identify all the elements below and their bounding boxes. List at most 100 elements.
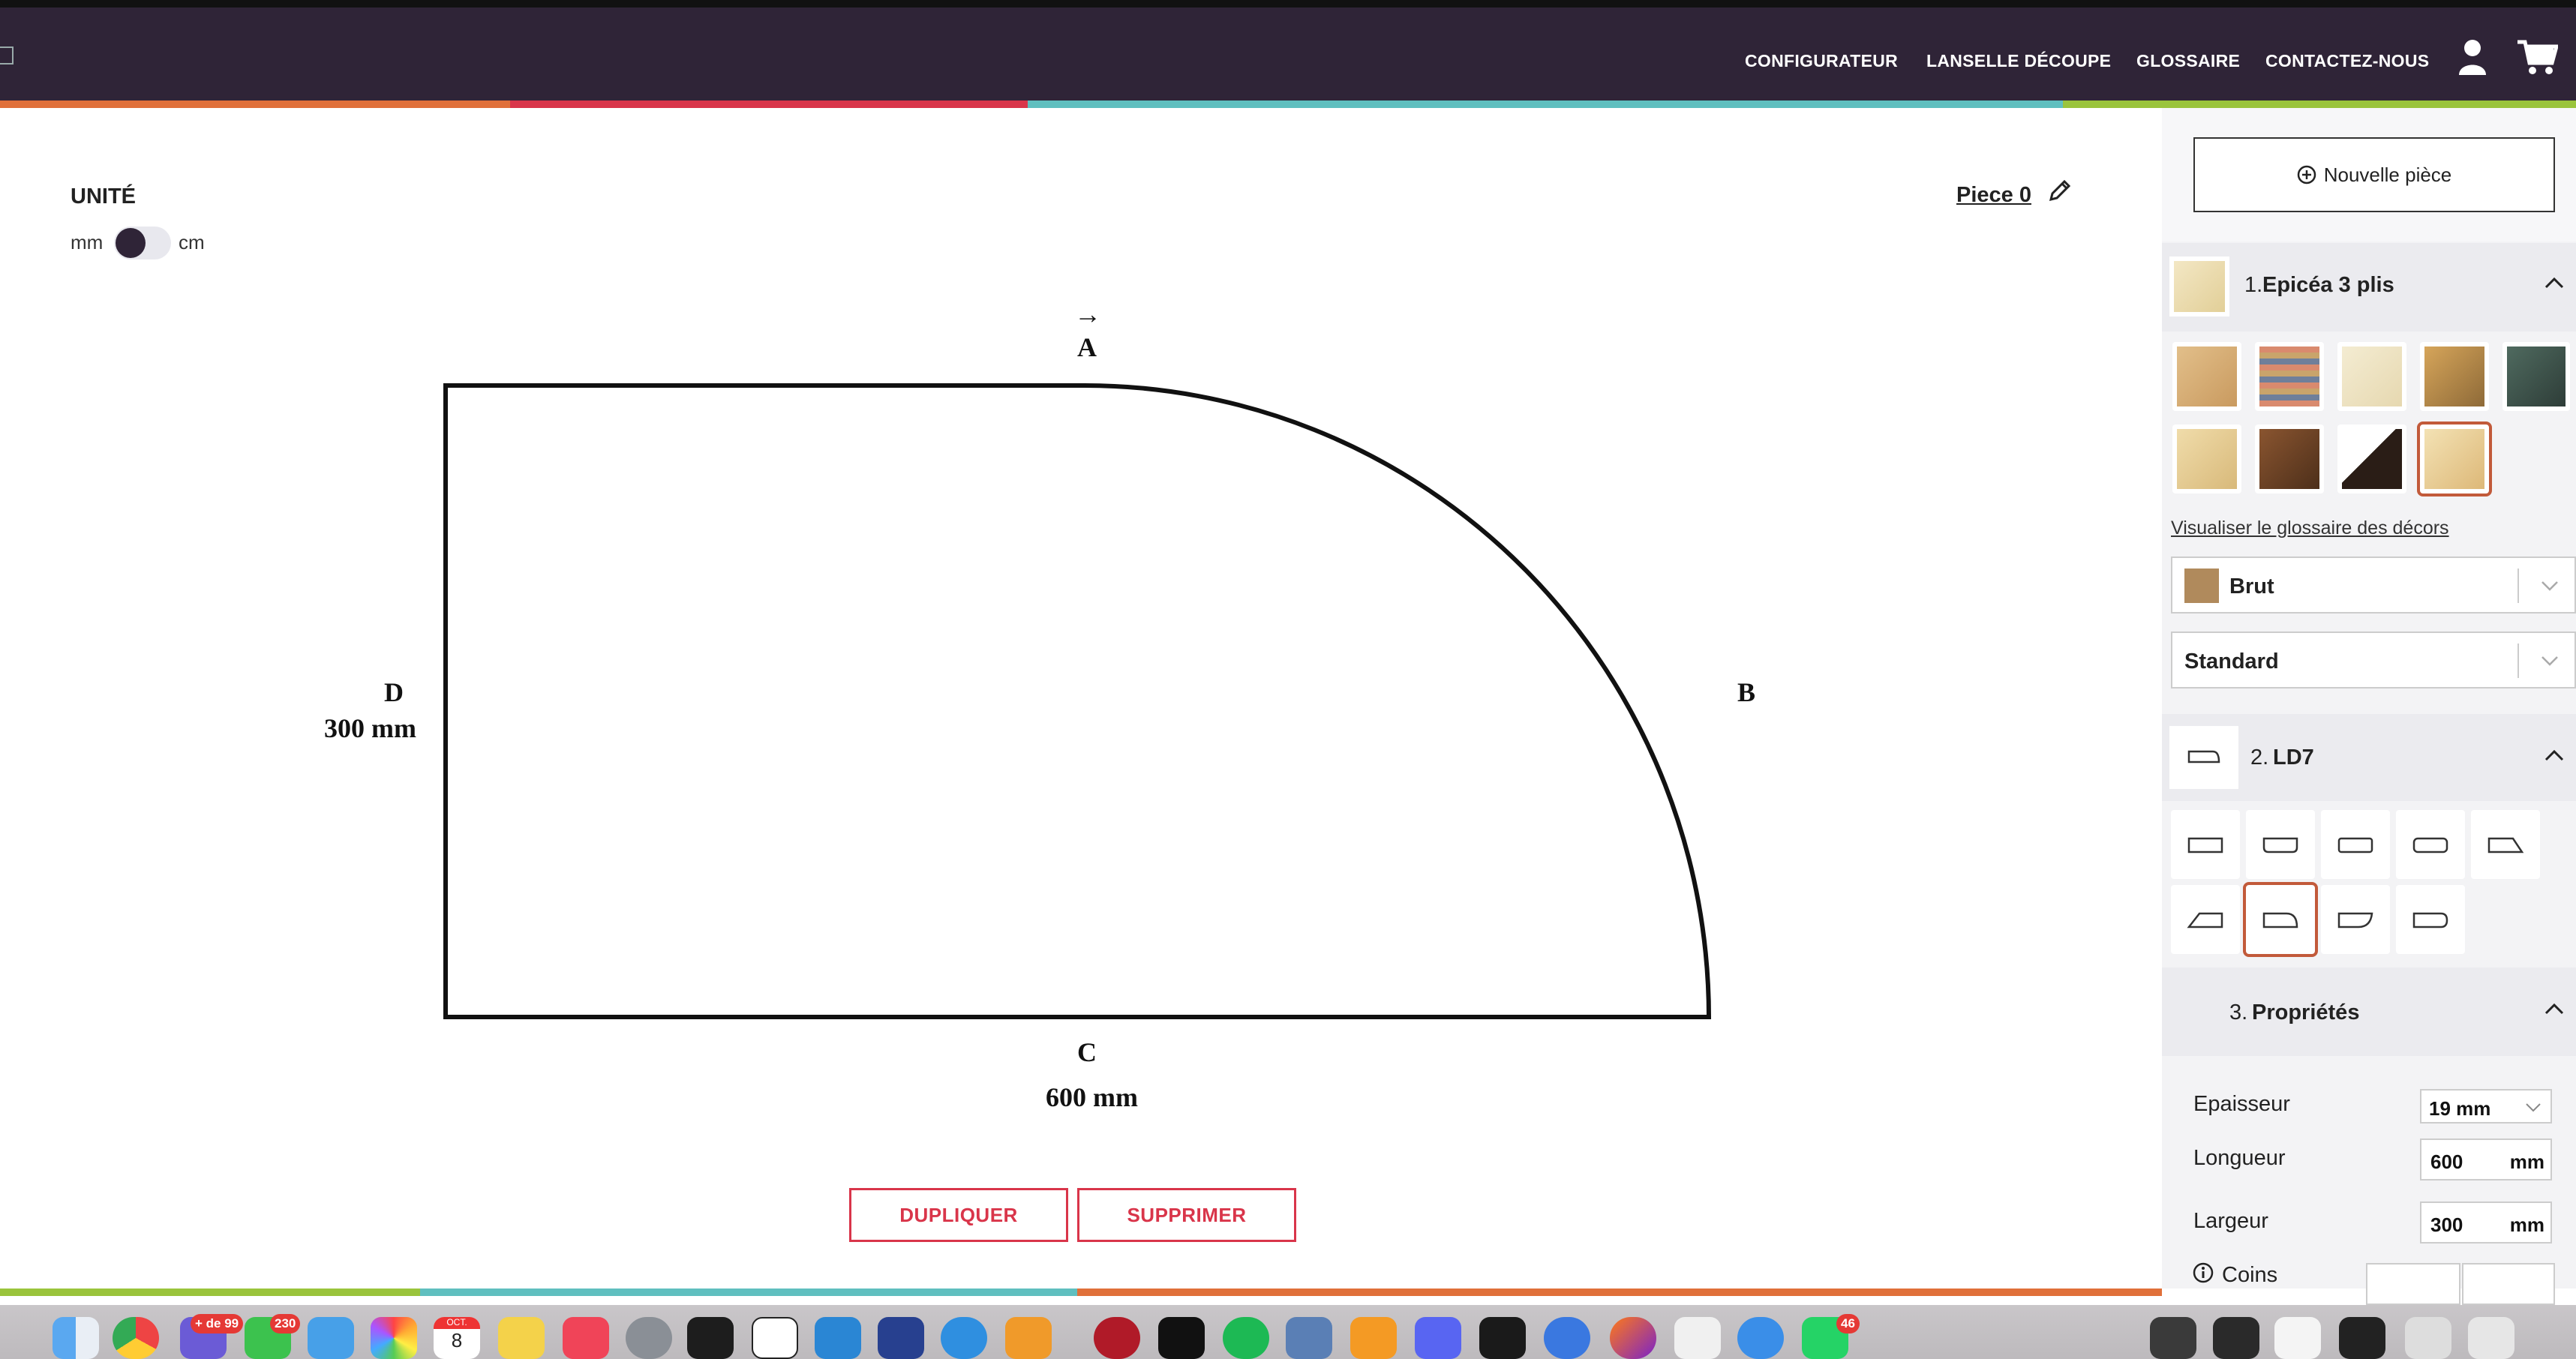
music-icon[interactable] [563, 1317, 609, 1359]
finish-select[interactable]: Brut [2171, 556, 2576, 614]
notes-icon[interactable] [498, 1317, 545, 1359]
material-thumb[interactable] [2172, 342, 2241, 411]
signal-icon[interactable] [1544, 1317, 1590, 1359]
activity-monitor-icon[interactable] [1479, 1317, 1526, 1359]
piece-name[interactable]: Piece 0 [1956, 183, 2031, 208]
chevron-down-icon [2541, 656, 2558, 666]
site-navbar: CONFIGURATEUR LANSELLE DÉCOUPE GLOSSAIRE… [0, 8, 2576, 100]
unit-title: UNITÉ [71, 184, 136, 208]
side-c-label: C [1077, 1037, 1097, 1067]
corner-option-square[interactable] [2366, 1263, 2460, 1305]
thickness-value: 19 mm [2429, 1097, 2491, 1120]
firefox-icon[interactable] [1610, 1317, 1656, 1359]
mail-badge: + de 99 [191, 1314, 244, 1334]
chrome-icon[interactable] [113, 1317, 159, 1359]
material-preview [2169, 256, 2229, 316]
shape-option-rounded-corners[interactable] [2246, 810, 2315, 879]
length-input-value: 600 [2430, 1150, 2463, 1173]
calendar-day: 8 [451, 1329, 463, 1352]
shape-option-rounded-all[interactable] [2321, 810, 2390, 879]
info-icon[interactable] [2192, 1262, 2214, 1284]
grade-select[interactable]: Standard [2171, 632, 2576, 688]
length-unit: mm [2509, 1150, 2544, 1173]
preview-icon[interactable] [1286, 1317, 1332, 1359]
material-thumb[interactable] [2420, 342, 2489, 411]
length-input[interactable]: 600 mm [2420, 1138, 2552, 1180]
nav-contactez-nous[interactable]: CONTACTEZ-NOUS [2265, 51, 2429, 71]
shape-option-quarter-round-selected[interactable] [2243, 882, 2318, 957]
safari-icon[interactable] [1737, 1317, 1784, 1359]
shape-option-bevel[interactable] [2471, 810, 2540, 879]
duplicate-button[interactable]: DUPLIQUER [849, 1188, 1068, 1242]
width-label-field: Largeur [2193, 1209, 2268, 1233]
recent-window-thumb[interactable] [2339, 1317, 2385, 1359]
material-thumb[interactable] [2337, 342, 2406, 411]
chevron-up-icon[interactable] [2544, 748, 2564, 762]
side-d-label: D [384, 677, 404, 707]
shape-option-soft-corners[interactable] [2396, 810, 2465, 879]
notion-icon[interactable] [752, 1317, 798, 1359]
system-top-strip [0, 0, 2576, 8]
piece-drawing [443, 383, 1712, 1019]
side-a-arrow: → [1074, 299, 1101, 329]
material-thumb[interactable] [2255, 424, 2324, 494]
textedit-icon[interactable] [1674, 1317, 1721, 1359]
broken-logo-icon[interactable] [0, 46, 14, 64]
section3-number: 3. [2229, 1000, 2248, 1024]
radio-app-icon[interactable] [1094, 1317, 1140, 1359]
delete-button[interactable]: SUPPRIMER [1077, 1188, 1296, 1242]
shape-preview [2169, 726, 2238, 789]
fl-studio-icon[interactable] [1005, 1317, 1052, 1359]
system-settings-icon[interactable] [626, 1317, 672, 1359]
side-b-label: B [1737, 677, 1756, 707]
recent-window-thumb[interactable] [2213, 1317, 2259, 1359]
chevron-down-icon [2541, 581, 2558, 591]
audio-app-icon[interactable] [878, 1317, 924, 1359]
decorative-bottom-bar [0, 1288, 2162, 1296]
recent-window-thumb[interactable] [2150, 1317, 2196, 1359]
section3-title: Propriétés [2252, 1000, 2360, 1024]
unit-toggle-knob[interactable] [116, 228, 146, 258]
pages-icon[interactable] [1350, 1317, 1397, 1359]
deezer-icon[interactable] [1158, 1317, 1205, 1359]
shape-option-curve-right[interactable] [2321, 885, 2390, 954]
shape-option-half-round[interactable] [2396, 885, 2465, 954]
trash-icon[interactable] [2468, 1317, 2514, 1359]
nav-configurateur[interactable]: CONFIGURATEUR [1745, 51, 1898, 71]
width-input[interactable]: 300 mm [2420, 1202, 2552, 1244]
thickness-select[interactable]: 19 mm [2420, 1089, 2552, 1124]
material-thumb[interactable] [2255, 342, 2324, 411]
material-thumb[interactable] [2172, 424, 2241, 494]
calendar-month: OCT. [434, 1317, 480, 1329]
terminal-icon[interactable] [687, 1317, 734, 1359]
select-separator [2517, 568, 2519, 603]
photos-icon[interactable] [371, 1317, 417, 1359]
discord-icon[interactable] [1415, 1317, 1461, 1359]
shape-option-rectangle[interactable] [2171, 810, 2240, 879]
material-thumb[interactable] [2337, 424, 2406, 494]
chevron-up-icon[interactable] [2544, 1002, 2564, 1016]
spotify-icon[interactable] [1223, 1317, 1269, 1359]
corner-option-rounded[interactable] [2462, 1263, 2555, 1305]
finish-select-value: Brut [2229, 574, 2274, 598]
section-properties-header[interactable] [2162, 968, 2576, 1056]
recent-window-thumb[interactable] [2274, 1317, 2321, 1359]
decor-glossary-link[interactable]: Visualiser le glossaire des décors [2171, 518, 2449, 539]
pencil-icon[interactable] [2048, 178, 2072, 202]
nav-lanselle-decoupe[interactable]: LANSELLE DÉCOUPE [1926, 51, 2111, 71]
user-icon[interactable] [2457, 38, 2487, 76]
downloads-stack-icon[interactable] [2405, 1317, 2451, 1359]
material-thumb[interactable] [2502, 342, 2570, 411]
shape-option-bevel-left[interactable] [2171, 885, 2240, 954]
app-store-icon[interactable] [308, 1317, 354, 1359]
calendar-icon[interactable]: OCT. 8 [434, 1317, 480, 1359]
proxy-app-icon[interactable] [941, 1317, 987, 1359]
vscode-icon[interactable] [815, 1317, 861, 1359]
nav-glossaire[interactable]: GLOSSAIRE [2136, 51, 2240, 71]
new-piece-button[interactable]: Nouvelle pièce [2193, 137, 2555, 212]
material-thumb-selected[interactable] [2417, 422, 2492, 496]
cart-icon[interactable] [2516, 38, 2558, 76]
finder-icon[interactable] [53, 1317, 99, 1359]
chevron-up-icon[interactable] [2544, 276, 2564, 290]
grade-select-value: Standard [2184, 650, 2279, 674]
